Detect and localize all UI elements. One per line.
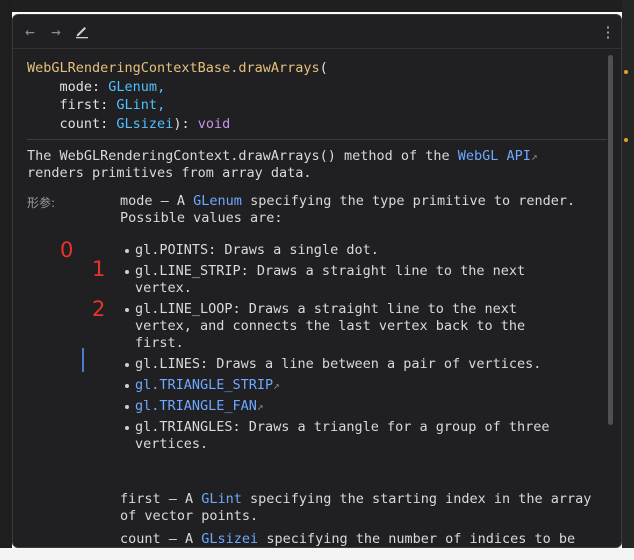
external-link-icon: ↗ (256, 400, 264, 413)
description-line-2: renders primitives from array data. (27, 165, 312, 181)
triangle-strip-link[interactable]: gl.TRIANGLE_STRIP (135, 377, 273, 393)
arrow-left-icon[interactable]: ← (21, 23, 39, 41)
webgl-api-link[interactable]: WebGL API (458, 148, 531, 164)
background-app-bottom (0, 548, 634, 560)
annotation-number: 1 (92, 257, 106, 281)
return-type: void (197, 115, 231, 132)
external-link-icon: ↗ (530, 150, 538, 163)
param-type-link[interactable]: GLenum (108, 79, 157, 95)
glenum-link[interactable]: GLenum (193, 193, 242, 209)
toolbar-divider (13, 48, 621, 49)
list-bullet (125, 405, 129, 409)
list-bullet (125, 308, 129, 312)
description-line-1: The WebGLRenderingContext.drawArrays() m… (27, 148, 538, 164)
param-first-line-1: first — A GLint specifying the starting … (120, 491, 592, 507)
function-signature: WebGLRenderingContextBase.drawArrays( mo… (27, 60, 328, 132)
list-item-line-strip-cont: vertex. (135, 280, 192, 296)
function-name: WebGLRenderingContextBase.drawArrays (27, 60, 320, 76)
param-type-link[interactable]: GLsizei (116, 116, 173, 132)
list-item-line-loop-cont: first. (135, 335, 184, 351)
list-item-points: gl.POINTS: Draws a single dot. (135, 242, 379, 258)
list-item-line-loop-cont: vertex, and connects the last vertex bac… (135, 318, 526, 334)
triangle-fan-link[interactable]: gl.TRIANGLE_FAN (135, 398, 257, 414)
annotation-number: 0 (60, 238, 74, 262)
list-item-triangles-cont: vertices. (135, 436, 209, 452)
external-link-icon: ↗ (273, 379, 280, 392)
pencil-icon[interactable] (73, 23, 91, 41)
list-item-triangles: gl.TRIANGLES: Draws a triangle for a gro… (135, 419, 550, 435)
list-bullet (125, 363, 129, 367)
background-dot (624, 70, 628, 74)
list-item-lines: gl.LINES: Draws a line between a pair of… (135, 356, 542, 372)
more-vertical-icon[interactable]: ⋮ (599, 23, 617, 41)
list-bullet (125, 384, 129, 388)
param-mode-line-1: mode — A GLenum specifying the type prim… (120, 193, 576, 209)
param-count-line-1: count — A GLsizei specifying the number … (120, 531, 576, 547)
list-bullet (125, 426, 129, 430)
arrow-right-icon[interactable]: → (47, 23, 65, 41)
background-app-top (0, 0, 634, 12)
params-label: 形参: (27, 196, 56, 210)
list-item-triangle-fan: gl.TRIANGLE_FAN↗ (135, 398, 264, 416)
list-bullet (125, 270, 129, 274)
list-item-line-loop: gl.LINE_LOOP: Draws a straight line to t… (135, 301, 518, 317)
scrollbar-thumb[interactable] (608, 55, 613, 425)
background-app-left (0, 0, 12, 560)
glint-link[interactable]: GLint (201, 491, 242, 507)
param-first-line-2: of vector points. (120, 508, 259, 524)
list-item-line-strip: gl.LINE_STRIP: Draws a straight line to … (135, 263, 526, 279)
param-mode-line-2: Possible values are: (120, 210, 283, 226)
background-dot (624, 138, 628, 142)
signature-divider (27, 139, 607, 140)
popup-toolbar: ← → ⋮ (13, 15, 621, 49)
background-app-right (622, 0, 634, 560)
list-bullet (125, 249, 129, 253)
glsizei-link[interactable]: GLsizei (201, 531, 258, 547)
annotation-number: 2 (92, 297, 106, 321)
text-cursor (82, 348, 84, 372)
documentation-hover-popup[interactable]: ← → ⋮ WebGLRenderingContextBase.drawArra… (12, 14, 622, 548)
list-item-triangle-strip: gl.TRIANGLE_STRIP↗ (135, 377, 280, 395)
param-type-link[interactable]: GLint (116, 97, 157, 113)
